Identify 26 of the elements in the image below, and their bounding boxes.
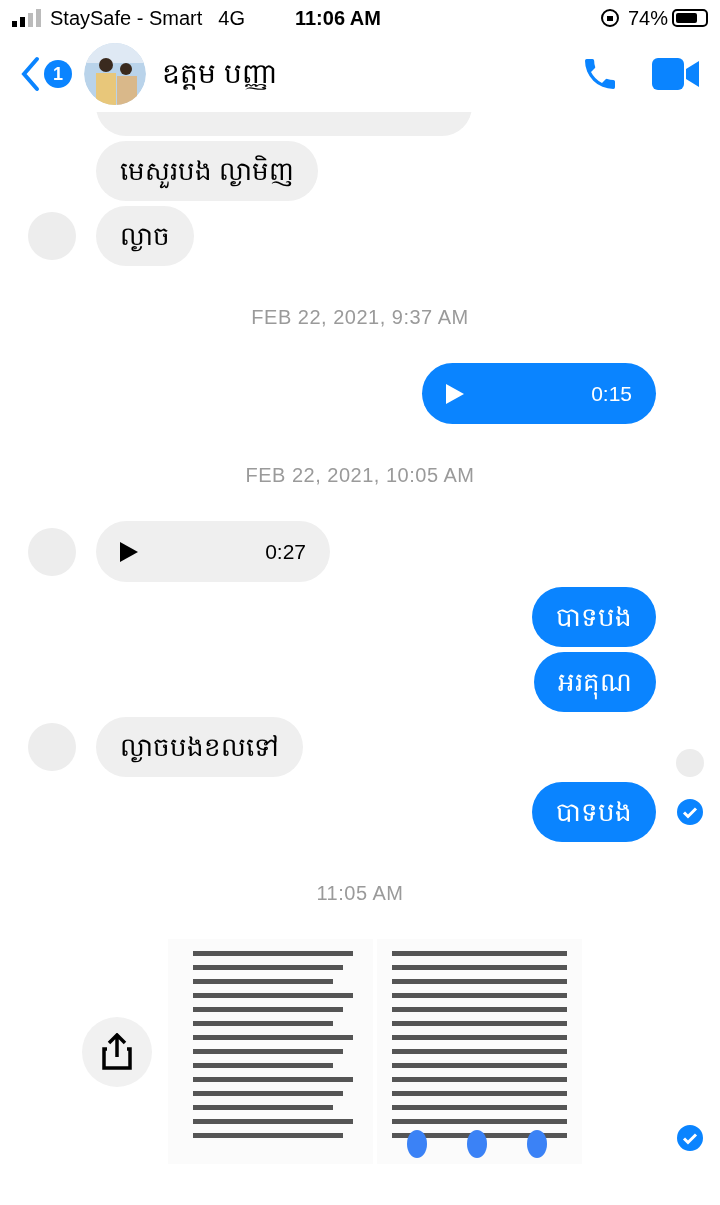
message-bubble: ល្ងាចបងខលទៅ (96, 717, 303, 777)
voice-duration: 0:27 (265, 538, 306, 565)
message-bubble: ល្ងាច (96, 206, 194, 266)
message-bubble: បាទបង (532, 782, 656, 842)
video-camera-icon[interactable] (652, 56, 700, 92)
timestamp: 11:05 AM (316, 881, 404, 906)
voice-message[interactable]: 0:27 (96, 521, 330, 582)
signal-icon (12, 9, 42, 27)
share-icon (101, 1032, 133, 1071)
network-type: 4G (218, 6, 245, 31)
back-icon[interactable] (20, 56, 40, 92)
contact-name[interactable]: ឧត្តម បញ្ញា (162, 53, 277, 95)
voice-message[interactable]: 0:15 (422, 363, 656, 424)
play-icon[interactable] (120, 541, 138, 562)
battery-icon (672, 9, 708, 27)
rotation-lock-icon (599, 8, 620, 28)
timestamp: FEB 22, 2021, 9:37 AM (251, 305, 469, 330)
message-bubble: បាទបង (532, 587, 656, 647)
message-bubble: អរគុណ (534, 652, 656, 712)
unread-badge: 1 (44, 60, 72, 88)
battery-percent: 74% (627, 6, 668, 31)
clock: 11:06 AM (294, 6, 381, 31)
carrier-name: StaySafe - Smart (50, 6, 203, 31)
message-bubble: មេសួរបង ល្ងាមិញ (96, 141, 319, 201)
timestamp: FEB 22, 2021, 10:05 AM (245, 463, 475, 488)
voice-duration: 0:15 (591, 380, 632, 407)
